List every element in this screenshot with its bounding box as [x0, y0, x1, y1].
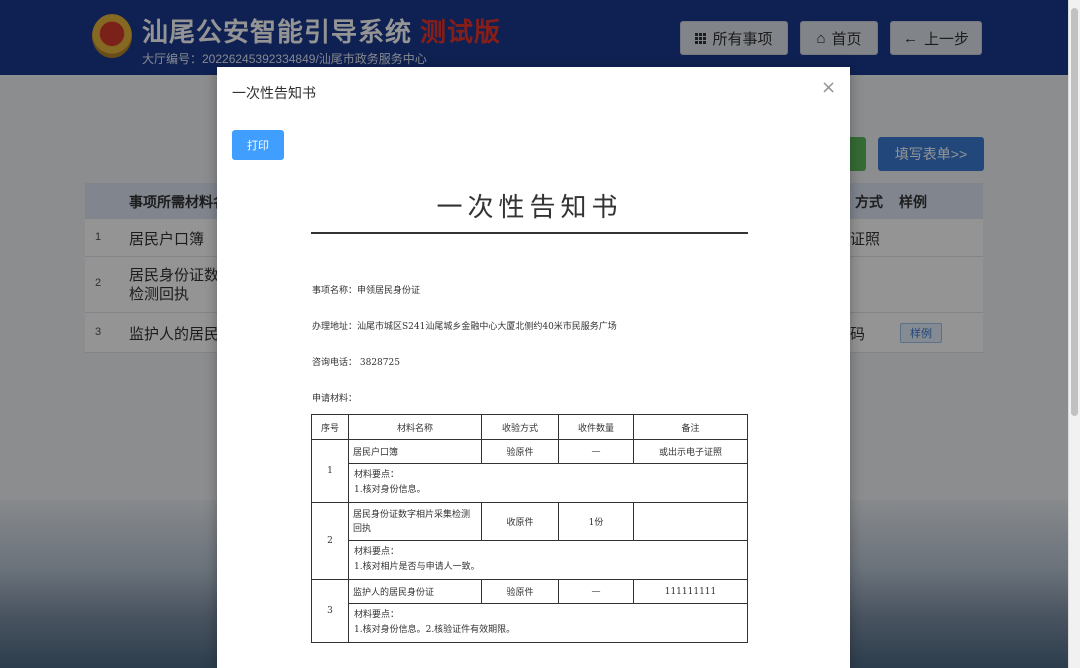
title-divider: [311, 232, 748, 234]
consult-phone: 咨询电话： 3828725: [312, 358, 400, 368]
table-row: 3 监护人的居民身份证 验原件 — 111111111: [311, 579, 748, 643]
close-icon[interactable]: ×: [821, 79, 836, 97]
table-header-row: 序号 材料名称 收验方式 收件数量 备注: [311, 414, 748, 440]
table-row-points: 材料要点： 1.核对相片是否与申请人一致。: [312, 540, 748, 580]
office-address: 办理地址：汕尾市城区S241汕尾城乡金融中心大厦北侧约40米市民服务广场: [312, 322, 617, 332]
document-title: 一次性告知书: [436, 193, 623, 223]
materials-table: 序号 材料名称 收验方式 收件数量 备注 1 居民户口簿 验原件 — 或出示电子…: [311, 414, 748, 643]
notice-dialog: 一次性告知书 × 打印 一次性告知书 事项名称：申领居民身份证 办理地址：汕尾市…: [217, 67, 850, 668]
table-row: 1 居民户口簿 验原件 — 或出示电子证照: [311, 439, 748, 503]
scrollbar-thumb[interactable]: [1071, 8, 1078, 416]
table-row: 2 居民身份证数字相片采集检测回执 收原件 1份: [311, 502, 748, 580]
materials-label: 申请材料：: [312, 394, 358, 404]
table-row-points: 材料要点： 1.核对身份信息。: [312, 463, 748, 503]
dialog-title: 一次性告知书: [232, 85, 316, 101]
item-name: 事项名称：申领居民身份证: [312, 286, 421, 296]
page-scrollbar[interactable]: [1068, 0, 1080, 668]
print-button[interactable]: 打印: [232, 130, 284, 160]
table-row-points: 材料要点： 1.核对身份信息。2.核验证件有效期限。: [312, 603, 748, 643]
